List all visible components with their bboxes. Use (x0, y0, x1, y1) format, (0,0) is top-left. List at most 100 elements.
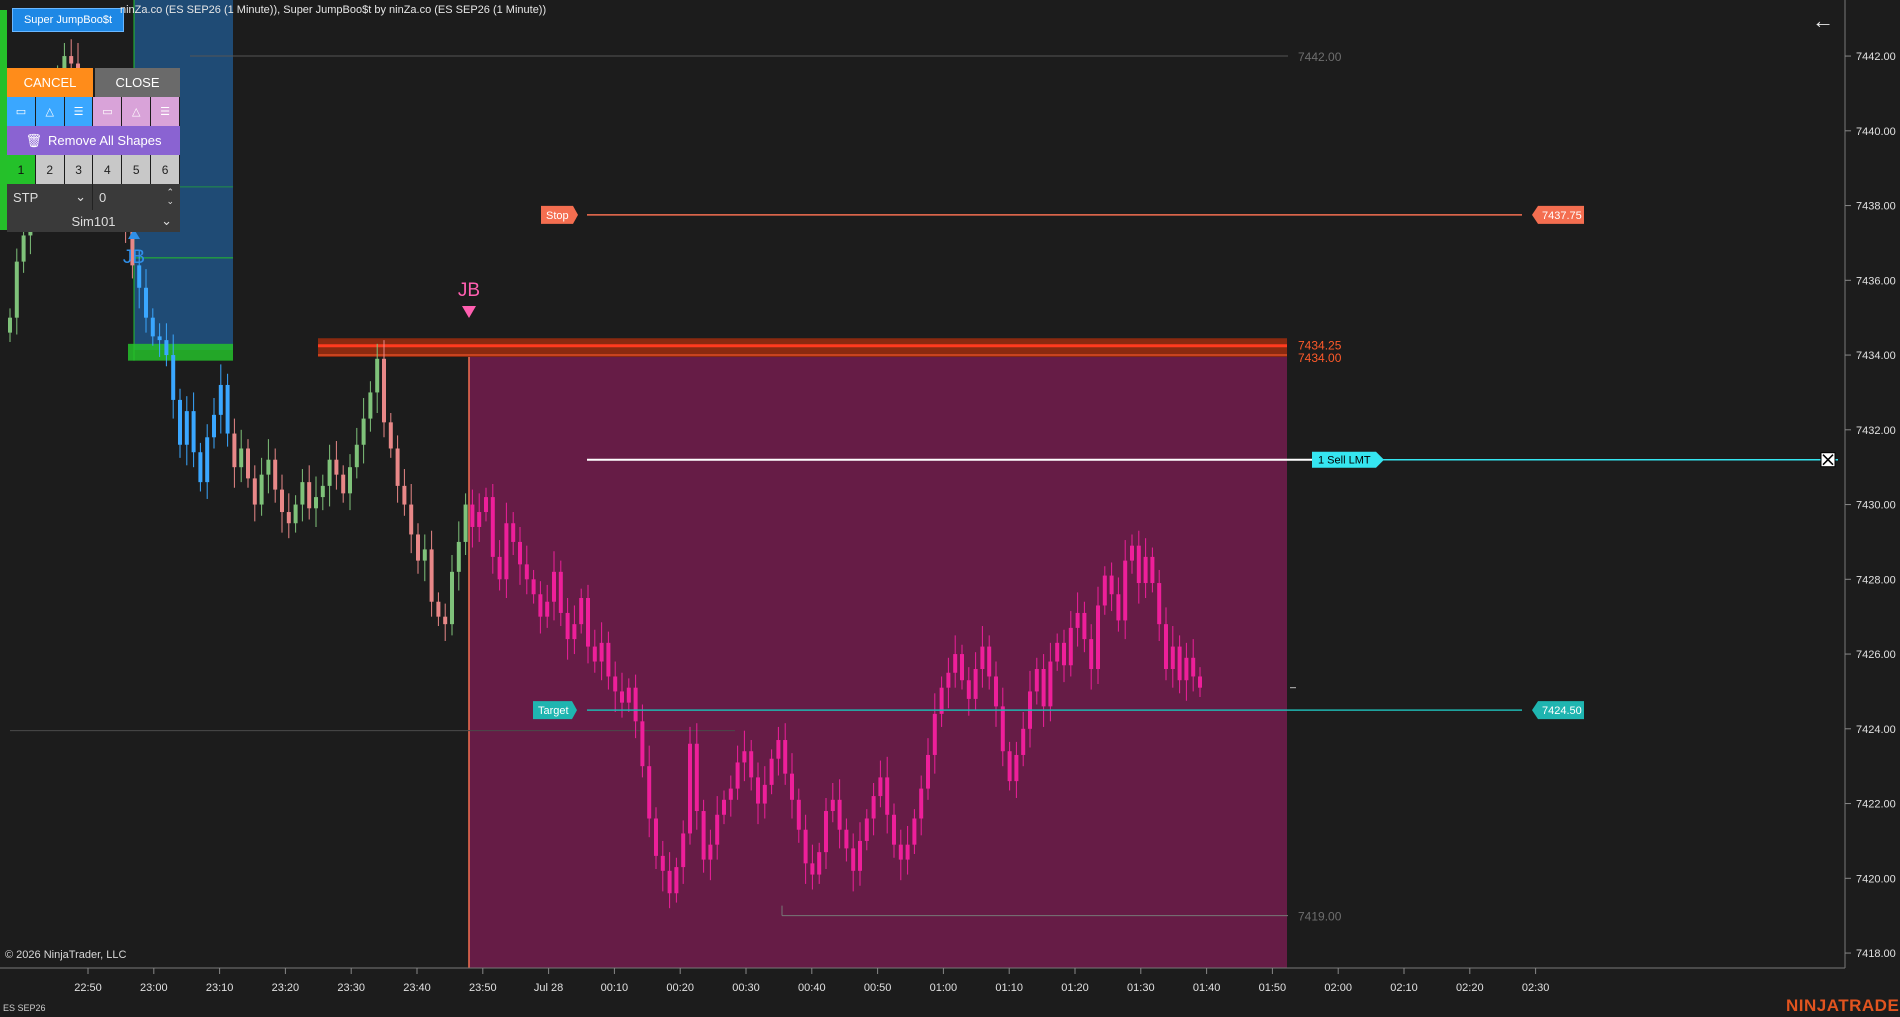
trash-icon: 🗑 (25, 132, 43, 148)
candle-body (960, 654, 964, 681)
candle-body (184, 411, 189, 445)
candle-body (531, 579, 536, 595)
candle-body (626, 687, 631, 703)
candle-body (878, 777, 883, 797)
time-tick-label: 02:10 (1390, 982, 1418, 994)
candle-body (980, 646, 985, 670)
chart-title: ninZa.co (ES SEP26 (1 Minute)), Super Ju… (120, 4, 547, 16)
candle-body (1062, 642, 1066, 666)
candle-body (762, 784, 767, 804)
candle-body (688, 743, 692, 834)
price-tick-label: 7440.00 (1856, 126, 1896, 138)
candle-body (178, 399, 182, 445)
stop-price-label: 7437.75 (1542, 210, 1582, 222)
candle-body (742, 751, 747, 763)
candle-body (987, 646, 992, 677)
candle-body (824, 811, 828, 853)
candle-body (518, 541, 522, 565)
remove-all-shapes-button[interactable]: 🗑 Remove All Shapes (7, 126, 180, 155)
candle-body (973, 669, 978, 699)
triangle-icon[interactable]: △ (35, 97, 65, 126)
candle-body (307, 482, 312, 509)
jb-marker-label-down: JB (458, 280, 480, 301)
candle-body (905, 844, 910, 860)
number-button-5[interactable]: 5 (122, 155, 152, 184)
account-select[interactable]: Sim101 ⌄ (7, 210, 180, 232)
candle-body (1136, 545, 1141, 584)
candle-body (1055, 642, 1060, 662)
candle-body (205, 437, 210, 483)
quantity-input[interactable]: 0 ⌃ ⌄ (93, 184, 180, 210)
price-chart[interactable]: 7442.007419.007434.257434.00 Stop 7437.75… (0, 0, 1900, 1017)
candle-body (837, 799, 842, 830)
trade-panel: CANCEL CLOSE ▭ △ ☰ ▭ △ ☰ 🗑 Remove All Shapes … (7, 68, 180, 232)
candle-body (579, 597, 584, 625)
candle-body (191, 411, 196, 453)
copyright: © 2026 NinjaTrader, LLC (5, 949, 127, 961)
number-button-4[interactable]: 4 (93, 155, 123, 184)
candle-body (239, 448, 244, 468)
candle-body (395, 448, 400, 486)
order-type-value: STP (13, 189, 39, 205)
candle-body (892, 814, 896, 845)
indicator-button[interactable]: Super JumpBoo$t (12, 8, 124, 32)
shape-buttons: ▭ △ ☰ ▭ △ ☰ (7, 97, 180, 126)
candle-body (171, 355, 176, 400)
time-tick-label: 23:00 (140, 982, 168, 994)
time-tick-label: 00:50 (864, 982, 892, 994)
candle-body (790, 773, 794, 800)
candle-body (456, 541, 461, 572)
zone-bottom-label: 7434.00 (1298, 351, 1342, 365)
price-tick-label: 7426.00 (1856, 649, 1896, 661)
candle-body (756, 777, 760, 804)
rectangle-icon[interactable]: ▭ (7, 97, 36, 126)
number-button-2[interactable]: 2 (35, 155, 65, 184)
candle-body (633, 687, 638, 722)
lines-icon[interactable]: ☰ (151, 97, 180, 126)
candle-body (1164, 624, 1168, 670)
rectangle-icon[interactable]: ▭ (93, 97, 123, 126)
candle-body (545, 601, 550, 617)
candle-body (252, 478, 257, 505)
candle-body (776, 740, 781, 759)
candle-body (851, 848, 856, 871)
candle-body (443, 616, 448, 625)
candle-body (552, 571, 556, 602)
number-button-1[interactable]: 1 (7, 155, 36, 184)
candle-body (470, 504, 475, 527)
candle-body (1102, 575, 1107, 606)
remove-all-label: Remove All Shapes (48, 133, 162, 148)
back-arrow-icon[interactable]: ← (1810, 8, 1836, 34)
candle-body (144, 287, 148, 318)
time-tick-label: 01:20 (1061, 982, 1089, 994)
candle-body (368, 392, 373, 419)
price-tick-label: 7434.00 (1856, 350, 1896, 362)
lines-icon[interactable]: ☰ (64, 97, 94, 126)
number-button-3[interactable]: 3 (64, 155, 94, 184)
candle-body (334, 459, 339, 475)
candle-body (341, 474, 346, 494)
candle-body (606, 642, 611, 677)
cancel-button[interactable]: CANCEL (7, 68, 95, 97)
candle-body (681, 833, 686, 868)
close-button[interactable]: CLOSE (95, 68, 180, 97)
time-tick-label: 02:20 (1456, 982, 1484, 994)
time-tick-label: 01:10 (995, 982, 1023, 994)
candle-body (885, 777, 890, 815)
spinner-icon[interactable]: ⌃ ⌄ (166, 188, 174, 206)
candle-body (497, 556, 502, 580)
candle-body (898, 844, 903, 860)
triangle-icon[interactable]: △ (122, 97, 152, 126)
number-button-6[interactable]: 6 (151, 155, 180, 184)
candle-body (864, 818, 869, 841)
candle-body (817, 852, 822, 875)
candle-body (599, 642, 604, 662)
candle-body (572, 624, 577, 640)
candle-body (858, 840, 862, 871)
instrument-label: ES SEP26 (3, 1003, 46, 1013)
candle-body (565, 612, 570, 640)
candle-body (1000, 706, 1005, 752)
candle-body (320, 485, 325, 498)
order-type-select[interactable]: STP ⌄ (7, 184, 93, 210)
candle-body (592, 646, 597, 662)
